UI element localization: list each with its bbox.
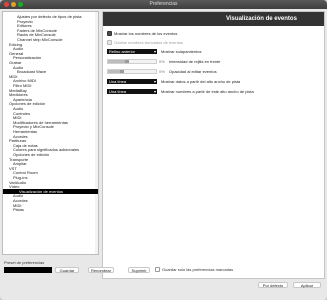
grid-intensity-unit: 0% (159, 59, 165, 64)
show-names-select-value: Una línea (109, 89, 127, 94)
hide-truncated-row[interactable]: Ocultar nombres truncados de eventos (107, 40, 183, 46)
grid-intensity-label: Intensidad de rejilla en frente (169, 59, 221, 64)
hide-truncated-checkbox[interactable] (107, 40, 112, 46)
panel-header: Visualización de eventos (103, 12, 324, 26)
edit-opacity-knob[interactable] (120, 70, 124, 73)
edit-opacity-slider[interactable] (107, 69, 157, 74)
chevron-down-icon: ▾ (153, 89, 156, 94)
preset-area: Preset de preferencias Guardar Renombrar… (0, 258, 327, 300)
delete-preset-button[interactable]: Suprimir (128, 267, 150, 273)
save-marked-checkbox[interactable] (155, 267, 160, 273)
edit-opacity-unit: 0% (159, 69, 165, 74)
tree-item[interactable]: Broadcast Wave (17, 69, 46, 74)
chevron-down-icon: ▾ (153, 79, 156, 84)
edit-opacity-label: Opacidad al editar eventos (169, 69, 217, 74)
settings-panel: Visualización de eventos Mostrar los nom… (102, 11, 325, 279)
tree-item[interactable]: Channel strip MixConsole (17, 37, 63, 42)
preferences-window: Preferencias Ajustes por defecto de tipo… (0, 0, 327, 300)
save-marked-label: Guardar solo las preferencias marcadas (162, 267, 234, 272)
show-names-label: Mostrar nombres a partir de este alto an… (161, 89, 254, 94)
preferences-tree: Ajustes por defecto de tipos de pista Pro… (2, 11, 99, 255)
defaults-button[interactable]: Por defecto (258, 282, 288, 288)
show-data-label: Mostrar datos a partir del alto ancho de… (161, 79, 241, 84)
chevron-down-icon: ▾ (153, 49, 156, 54)
edit-opacity-fill (108, 70, 120, 73)
show-data-select[interactable]: Una línea ▾ (107, 79, 157, 84)
grid-intensity-knob[interactable] (124, 60, 129, 63)
grid-intensity-slider[interactable] (107, 59, 157, 64)
overlap-select[interactable]: Rellno anterior ▾ (107, 49, 157, 54)
window-title: Preferencias (149, 1, 178, 7)
save-marked-row[interactable]: Guardar solo las preferencias marcadas (155, 267, 234, 273)
show-names-select[interactable]: Una línea ▾ (107, 89, 157, 94)
titlebar: Preferencias (0, 0, 327, 9)
show-data-select-value: Una línea (109, 79, 127, 84)
save-preset-button[interactable]: Guardar (55, 267, 79, 273)
show-event-names-checkbox[interactable] (107, 31, 112, 37)
show-event-names-row[interactable]: Mostrar los nombres de los eventos (107, 31, 178, 37)
preset-select[interactable] (4, 267, 52, 273)
grid-intensity-fill (108, 60, 125, 63)
apply-button[interactable]: Aplicar (293, 282, 321, 288)
show-event-names-label: Mostrar los nombres de los eventos (114, 31, 178, 36)
overlap-select-value: Rellno anterior (109, 49, 136, 54)
hide-truncated-label: Ocultar nombres truncados de eventos (114, 40, 183, 45)
preset-label: Preset de preferencias (4, 260, 45, 265)
overlap-label: Mostrar solapamientos (161, 49, 202, 54)
sidebar-scrollbar[interactable] (95, 12, 98, 254)
tree-item[interactable]: Pistas (13, 207, 24, 212)
rename-preset-button[interactable]: Renombrar (88, 267, 114, 273)
